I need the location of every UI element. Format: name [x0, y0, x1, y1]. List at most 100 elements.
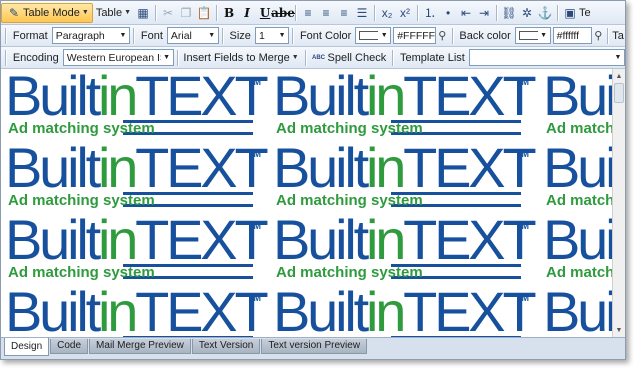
- encoding-select[interactable]: Western European ISO (iso-... ▼: [62, 49, 174, 66]
- indent-icon[interactable]: ⇥: [475, 4, 493, 22]
- editor-content-area[interactable]: BuiltinTEXT TM Ad matching system BuiltinTE…: [1, 69, 612, 337]
- chevron-down-icon[interactable]: ▼: [612, 50, 625, 65]
- unlink-icon[interactable]: ✲: [518, 4, 536, 22]
- spell-check-label: Spell Check: [327, 51, 387, 64]
- tab-code[interactable]: Code: [50, 339, 89, 354]
- chevron-down-icon[interactable]: ▼: [537, 28, 550, 43]
- separator: [392, 49, 394, 66]
- table-menu-button[interactable]: Table ▼: [93, 3, 134, 23]
- format-select[interactable]: Paragraph ▼: [51, 27, 130, 44]
- numbered-list-icon[interactable]: ⒈: [421, 4, 439, 22]
- paste-icon[interactable]: 📋: [195, 4, 213, 22]
- logo-word-text: TEXT: [135, 136, 269, 199]
- format-value: Paragraph: [55, 29, 105, 42]
- tab-text-version[interactable]: Text Version: [191, 339, 261, 354]
- separator: [295, 4, 297, 21]
- tab-mail-merge-preview[interactable]: Mail Merge Preview: [89, 339, 191, 354]
- logo-word-in: in: [97, 69, 138, 127]
- bullet-list-icon[interactable]: •: [439, 4, 457, 22]
- superscript-icon[interactable]: x²: [396, 4, 414, 22]
- chevron-down-icon[interactable]: ▼: [205, 28, 218, 43]
- separator: [292, 27, 293, 44]
- logo-wordmark: BuiltinTEXT: [273, 280, 537, 338]
- logo-trademark: TM: [516, 293, 529, 303]
- logo-wordmark: BuiltinTEXT: [543, 138, 612, 198]
- encoding-value: Western European ISO (iso-...: [66, 51, 173, 64]
- logo-word-text: TEXT: [403, 208, 537, 271]
- logo-wordmark: BuiltinTEXT: [273, 208, 537, 271]
- back-color-input[interactable]: #ffffff: [552, 27, 593, 44]
- chevron-down-icon[interactable]: ▼: [276, 28, 289, 43]
- logo-trademark: TM: [248, 149, 261, 159]
- chevron-down-icon[interactable]: ▼: [160, 50, 173, 65]
- logo-wordmark: BuiltinTEXT: [5, 210, 269, 270]
- back-color-dropdown[interactable]: ▼: [514, 27, 551, 44]
- scroll-up-icon[interactable]: ▲: [613, 70, 625, 82]
- align-right-icon[interactable]: ≡: [335, 4, 353, 22]
- cut-icon[interactable]: ✂: [159, 4, 177, 22]
- copy-icon[interactable]: ❐: [177, 4, 195, 22]
- image-icon[interactable]: ▣: [561, 4, 579, 22]
- separator: [607, 27, 609, 44]
- logo-trademark: TM: [248, 221, 261, 231]
- scroll-down-icon[interactable]: ▼: [613, 324, 625, 336]
- separator: [496, 4, 498, 21]
- logo-trademark: TM: [516, 221, 529, 231]
- bold-icon[interactable]: B: [220, 4, 238, 22]
- align-center-icon[interactable]: ≡: [317, 4, 335, 22]
- font-select[interactable]: Arial ▼: [166, 27, 219, 44]
- eyedropper-icon[interactable]: ⚲: [436, 29, 448, 42]
- builtintext-logo: BuiltinTEXTTMAd matching system: [543, 69, 612, 143]
- table-menu-label: Table: [95, 6, 123, 19]
- vertical-scrollbar[interactable]: ▲ ▼: [612, 69, 625, 337]
- anchor-icon[interactable]: ⚓: [536, 4, 554, 22]
- size-label: Size: [229, 29, 251, 42]
- eyedropper-icon[interactable]: ⚲: [592, 29, 604, 42]
- template-list-select[interactable]: ▼: [468, 49, 625, 66]
- separator: [155, 4, 157, 21]
- logo-word-built: Built: [543, 69, 612, 127]
- logo-word-text: TEXT: [135, 280, 269, 338]
- tab-design[interactable]: Design: [4, 338, 50, 356]
- align-left-icon[interactable]: ≡: [299, 4, 317, 22]
- separator: [132, 27, 134, 44]
- table-mode-button[interactable]: ✎ Table Mode ▼: [1, 2, 93, 23]
- chevron-down-icon: ▼: [81, 9, 89, 16]
- grip: [5, 49, 6, 66]
- back-color-value: #ffffff: [556, 29, 580, 42]
- logo-wordmark: BuiltinTEXT: [273, 69, 537, 126]
- insert-fields-button[interactable]: Insert Fields to Merge ▼: [180, 48, 301, 68]
- builtintext-logo: BuiltinTEXTTMAd matching system: [543, 210, 612, 287]
- chevron-down-icon[interactable]: ▼: [116, 28, 129, 43]
- builtintext-logo: BuiltinTEXTTMAd matching system: [273, 138, 537, 215]
- outdent-icon[interactable]: ⇤: [457, 4, 475, 22]
- separator: [557, 4, 559, 21]
- truncated-toolbar-label[interactable]: Ta: [611, 30, 625, 42]
- logo-word-built: Built: [543, 280, 612, 338]
- logo-wordmark: BuiltinTEXT: [543, 69, 612, 126]
- toolbar-row-3: Encoding Western European ISO (iso-... ▼…: [1, 47, 625, 69]
- builtintext-logo: BuiltinTEXTTMAd matching system: [5, 282, 269, 337]
- italic-icon[interactable]: I: [238, 4, 256, 22]
- align-justify-icon[interactable]: ☰: [353, 4, 371, 22]
- logo-word-in: in: [365, 280, 406, 338]
- scroll-thumb[interactable]: [614, 83, 624, 103]
- font-color-input[interactable]: #FFFFFF: [393, 27, 437, 44]
- logo-tagline: Ad matching system: [276, 264, 423, 281]
- link-icon[interactable]: ⛓: [500, 4, 518, 22]
- strikethrough-icon[interactable]: abe: [271, 4, 295, 22]
- chevron-down-icon[interactable]: ▼: [378, 28, 391, 43]
- truncated-toolbar-label[interactable]: Te: [579, 7, 591, 19]
- tab-text-version-preview[interactable]: Text version Preview: [261, 339, 368, 354]
- font-color-dropdown[interactable]: ▼: [355, 27, 392, 44]
- grid-table-icon[interactable]: ▦: [134, 4, 152, 22]
- spell-check-button[interactable]: ABC Spell Check: [309, 48, 390, 68]
- logo-word-built: Built: [5, 280, 101, 338]
- builtintext-logo: BuiltinTEXTTMAd matching system: [273, 282, 537, 337]
- builtintext-logo: BuiltinTEXTTMAd matching system: [273, 69, 537, 143]
- logo-word-in: in: [365, 208, 406, 271]
- logo-tagline: Ad matching system: [276, 192, 423, 209]
- size-select[interactable]: 1 ▼: [254, 27, 290, 44]
- table-mode-icon: ✎: [8, 5, 20, 20]
- subscript-icon[interactable]: x₂: [378, 4, 396, 22]
